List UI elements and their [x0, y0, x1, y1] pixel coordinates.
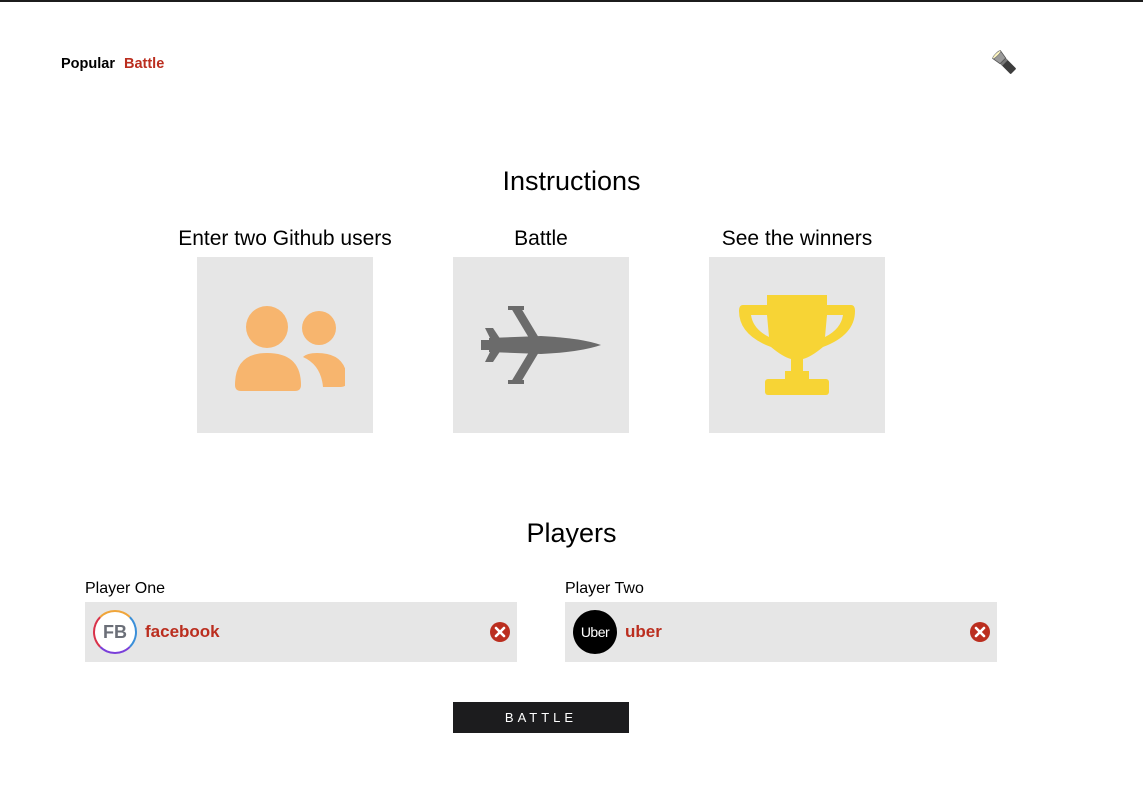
nav-battle[interactable]: Battle — [124, 56, 164, 72]
step-label: See the winners — [721, 227, 873, 250]
avatar-text: Uber — [580, 624, 610, 640]
step-box — [453, 257, 629, 433]
top-nav: Popular Battle — [61, 56, 164, 72]
avatar-text: FB — [103, 621, 127, 642]
player-two-label: Player Two — [565, 580, 644, 597]
battle-button[interactable]: BATTLE — [453, 702, 629, 733]
flashlight-icon — [992, 50, 1016, 74]
players-heading: Players — [526, 518, 617, 548]
fighter-jet-icon — [481, 306, 601, 384]
player-one-label: Player One — [85, 580, 166, 597]
player-two: Player Two Uber uber — [565, 579, 997, 662]
remove-player-one-button[interactable] — [489, 621, 511, 643]
instructions-heading: Instructions — [502, 166, 641, 196]
avatar: FB — [93, 610, 137, 654]
step-winners: See the winners — [677, 224, 917, 433]
users-icon — [235, 306, 345, 391]
step-box — [709, 257, 885, 433]
step-battle: Battle — [421, 224, 661, 433]
step-box — [197, 257, 373, 433]
player-two-card: Uber uber — [565, 602, 997, 662]
player-one-username-link[interactable]: facebook — [145, 622, 220, 642]
player-two-username-link[interactable]: uber — [625, 622, 662, 642]
player-one-card: FB facebook — [85, 602, 517, 662]
avatar: Uber — [573, 610, 617, 654]
remove-player-two-button[interactable] — [969, 621, 991, 643]
nav-popular[interactable]: Popular — [61, 56, 115, 72]
player-one: Player One FB facebook — [85, 579, 517, 662]
step-label: Battle — [514, 227, 568, 250]
step-enter-users: Enter two Github users — [165, 224, 405, 433]
step-label: Enter two Github users — [178, 227, 392, 250]
trophy-icon — [739, 295, 855, 395]
theme-toggle-button[interactable] — [990, 48, 1020, 78]
